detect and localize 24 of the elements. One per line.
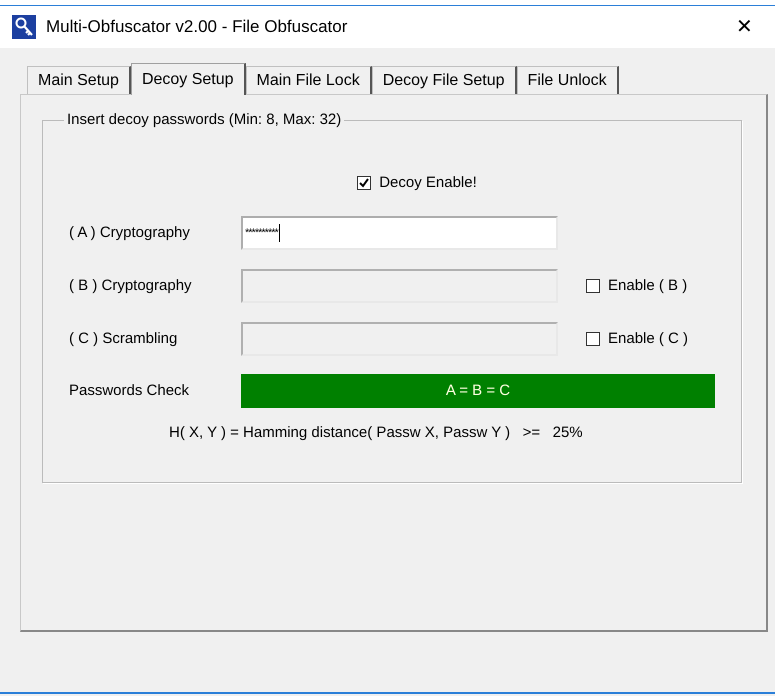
password-value: ********** — [245, 228, 278, 238]
checkmark-icon — [359, 178, 370, 188]
field-label: ( A ) Cryptography — [69, 222, 191, 243]
key-icon — [12, 15, 36, 39]
checkbox[interactable] — [357, 176, 372, 190]
password-field[interactable]: ********** — [241, 216, 558, 250]
text-cursor — [278, 224, 280, 242]
close-button[interactable]: ✕ — [732, 12, 757, 42]
tab[interactable]: Decoy Setup — [130, 63, 246, 95]
decoy-enable-checkbox[interactable]: Decoy Enable! — [357, 172, 477, 194]
group-title: Insert decoy passwords (Min: 8, Max: 32) — [66, 110, 342, 130]
field-label: ( B ) Cryptography — [69, 276, 193, 296]
field-label: ( C ) Scrambling — [69, 328, 178, 349]
tab[interactable]: Decoy File Setup — [372, 66, 517, 94]
checkbox-label: Enable ( B ) — [608, 276, 688, 296]
tab[interactable]: File Unlock — [516, 66, 619, 94]
tab[interactable]: Main Setup — [27, 66, 131, 94]
check-label: Passwords Check — [69, 380, 190, 401]
hamming-formula: H( X, Y ) = Hamming distance( Passw X, Passw Y ) >= 25% — [169, 423, 584, 443]
password-check-bar: A = B = C — [241, 374, 715, 408]
tab[interactable]: Main File Lock — [246, 66, 372, 94]
checkbox-label: Decoy Enable! — [379, 172, 477, 192]
window-title: Multi-Obfuscator v2.00 - File Obfuscator — [46, 16, 348, 38]
checkbox-label: Enable ( C ) — [608, 328, 688, 349]
